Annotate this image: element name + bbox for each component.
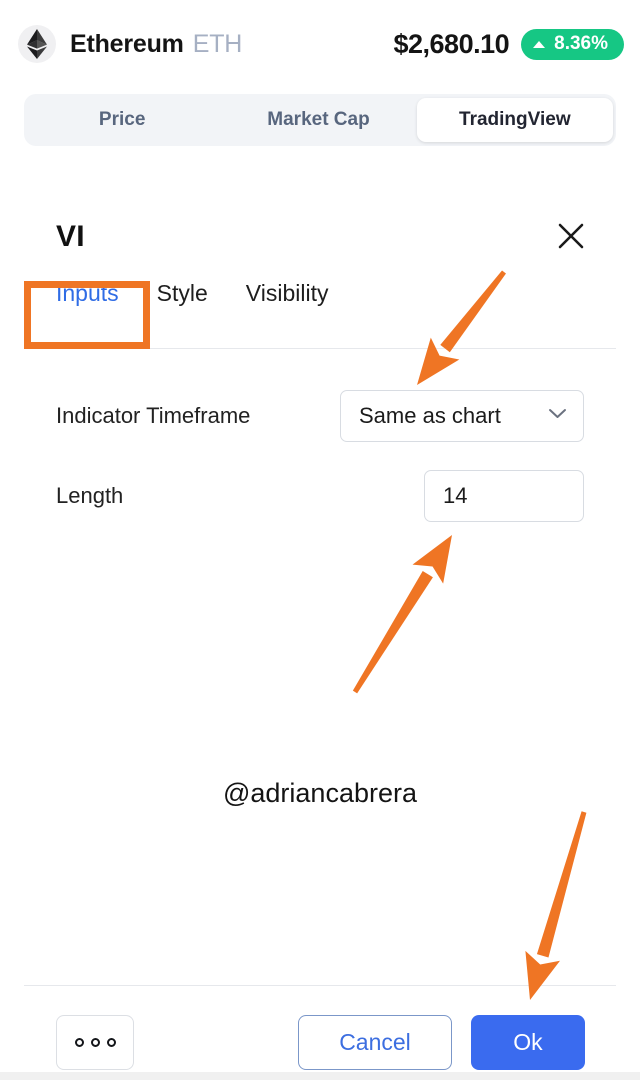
dialog-tab-style[interactable]: Style — [157, 280, 208, 313]
coin-symbol: ETH — [192, 29, 243, 58]
close-x-icon[interactable] — [554, 219, 588, 253]
tab-tradingview[interactable]: TradingView — [416, 98, 613, 142]
dialog-tab-inputs[interactable]: Inputs — [56, 280, 119, 313]
indicator-timeframe-value: Same as chart — [359, 403, 501, 428]
dialog-tab-strip: Inputs Style Visibility — [56, 280, 328, 313]
triangle-up-icon — [533, 40, 546, 48]
indicator-timeframe-select[interactable]: Same as chart — [340, 390, 584, 442]
price-change-badge: 8.36% — [521, 28, 624, 60]
tabs-divider — [24, 348, 616, 349]
dialog-tab-visibility[interactable]: Visibility — [246, 280, 329, 313]
coin-identity[interactable]: Ethereum ETH — [18, 25, 242, 63]
length-label: Length — [56, 483, 124, 508]
ethereum-diamond-icon — [18, 25, 56, 63]
dialog-footer: Cancel Ok — [0, 1000, 640, 1080]
field-row-length: Length 14 — [56, 470, 584, 522]
coin-price: $2,680.10 — [393, 28, 510, 59]
dialog-title: VI — [56, 220, 85, 253]
tab-price[interactable]: Price — [24, 98, 220, 142]
field-row-indicator-timeframe: Indicator Timeframe Same as chart — [56, 390, 584, 442]
price-change-value: 8.36% — [554, 33, 608, 54]
dot-1 — [74, 1038, 84, 1047]
dot-2 — [90, 1038, 100, 1047]
chart-view-tabs: Price Market Cap TradingView — [24, 94, 616, 146]
length-input[interactable]: 14 — [424, 470, 584, 522]
cancel-button[interactable]: Cancel — [298, 1015, 452, 1070]
coin-name: Ethereum — [70, 29, 184, 58]
ok-button[interactable]: Ok — [471, 1015, 585, 1070]
dot-3 — [106, 1038, 116, 1047]
screen-root: Ethereum ETH $2,680.10 8.36% Price Marke… — [0, 0, 640, 1080]
watermark-handle: @adriancabrera — [222, 778, 417, 808]
indicator-timeframe-label: Indicator Timeframe — [56, 403, 251, 428]
footer-divider — [24, 985, 616, 986]
coin-ticker-bar: Ethereum ETH $2,680.10 8.36% — [0, 0, 640, 88]
indicator-settings-dialog: VI Inputs Style Visibility Indicator Tim… — [0, 165, 640, 1080]
bottom-edge-strip — [0, 1072, 640, 1080]
coin-price-group: $2,680.10 8.36% — [393, 0, 624, 88]
tab-market-cap[interactable]: Market Cap — [220, 98, 416, 142]
three-dots-icon[interactable] — [56, 1015, 134, 1070]
chevron-down-icon — [548, 407, 567, 425]
